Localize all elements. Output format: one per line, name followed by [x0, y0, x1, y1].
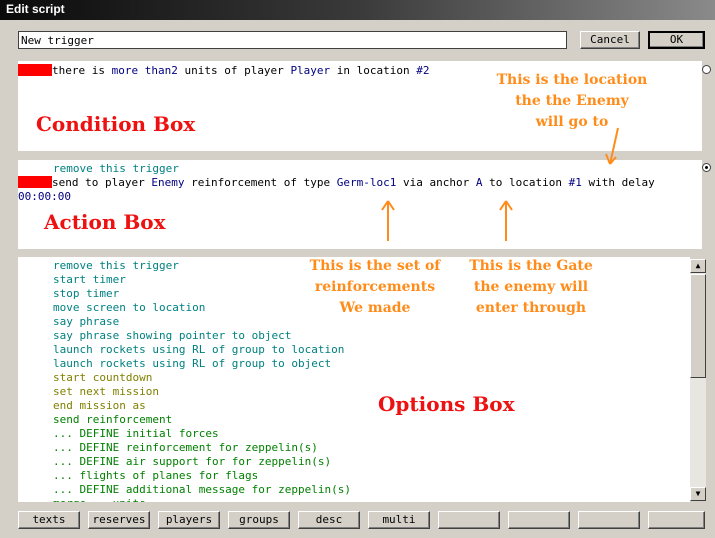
options-scrollbar[interactable]: ▲ ▼ [690, 259, 706, 501]
location-note-line: This is the location [496, 72, 648, 88]
gate-note-line: enter through [475, 300, 587, 316]
action-delay: 00:00:00 [18, 190, 71, 203]
location-note: This is the location the the Enemy will … [488, 70, 656, 133]
condition-token[interactable]: more than [112, 64, 172, 77]
option-item[interactable]: send reinforcement [53, 413, 172, 427]
action-token[interactable]: A [476, 176, 483, 189]
location-note-line: will go to [535, 114, 609, 130]
reinforcement-note-line: reinforcements [314, 279, 436, 295]
reinforcement-note: This is the set of reinforcements We mad… [300, 256, 450, 319]
tab-texts[interactable]: texts [18, 511, 80, 529]
option-item[interactable]: ... DEFINE air support for for zeppelin(… [53, 455, 331, 469]
condition-token[interactable]: 2 [171, 64, 178, 77]
action-token: reinforcement of type [184, 176, 337, 189]
option-item[interactable]: remove this trigger [53, 259, 179, 273]
option-item[interactable]: say phrase [53, 315, 119, 329]
option-item[interactable]: ... DEFINE initial forces [53, 427, 219, 441]
option-item[interactable]: ... DEFINE reinforcement for zeppelin(s) [53, 441, 318, 455]
action-line-send[interactable]: send to player Enemy reinforcement of ty… [18, 176, 655, 190]
option-item[interactable]: set next mission [53, 385, 159, 399]
condition-marker [18, 64, 52, 76]
action-line-remove[interactable]: remove this trigger [53, 162, 179, 176]
tab-groups[interactable]: groups [228, 511, 290, 529]
condition-token: there is [52, 64, 112, 77]
tab-empty[interactable] [438, 511, 500, 529]
ok-button[interactable]: OK [648, 31, 705, 49]
action-marker [18, 176, 52, 188]
condition-token[interactable]: Player [290, 64, 330, 77]
cancel-button[interactable]: Cancel [580, 31, 640, 49]
action-panel[interactable]: remove this trigger send to player Enemy… [18, 160, 702, 249]
option-item[interactable]: stop timer [53, 287, 119, 301]
option-item[interactable]: launch rockets using RL of group to loca… [53, 343, 344, 357]
reinforcement-note-line: We made [339, 300, 411, 316]
gate-note: This is the Gate the enemy will enter th… [458, 256, 604, 319]
option-item[interactable]: ... flights of planes for flags [53, 469, 258, 483]
action-text: send to player Enemy reinforcement of ty… [52, 176, 655, 189]
action-radio[interactable] [702, 163, 711, 172]
options-box-label: Options Box [378, 392, 515, 416]
tab-desc[interactable]: desc [298, 511, 360, 529]
condition-box-label: Condition Box [36, 112, 196, 136]
action-token: send to player [52, 176, 152, 189]
location-note-line: the the Enemy [515, 93, 629, 109]
condition-text: there is more than2 units of player Play… [52, 64, 430, 77]
tab-empty[interactable] [648, 511, 705, 529]
gate-arrow-icon [499, 200, 513, 241]
tab-multi[interactable]: multi [368, 511, 430, 529]
gate-note-line: This is the Gate [469, 258, 593, 274]
action-box-label: Action Box [44, 210, 166, 234]
option-item[interactable]: start countdown [53, 371, 152, 385]
reinforcement-note-line: This is the set of [309, 258, 441, 274]
option-item[interactable]: ... DEFINE additional message for zeppel… [53, 483, 351, 497]
option-item[interactable]: end mission as [53, 399, 146, 413]
action-token: to location [482, 176, 569, 189]
window-title: Edit script [6, 2, 65, 16]
condition-token: in location [330, 64, 417, 77]
action-token: with delay [581, 176, 655, 189]
tab-empty[interactable] [578, 511, 640, 529]
title-bar[interactable]: Edit script [0, 0, 715, 20]
scroll-up-icon[interactable]: ▲ [690, 259, 706, 273]
condition-line[interactable]: there is more than2 units of player Play… [18, 64, 430, 78]
condition-radio[interactable] [702, 65, 711, 74]
option-item[interactable]: start timer [53, 273, 126, 287]
option-item[interactable]: say phrase showing pointer to object [53, 329, 291, 343]
option-item[interactable]: move screen to location [53, 301, 205, 315]
scroll-thumb[interactable] [690, 274, 706, 378]
action-token[interactable]: Enemy [151, 176, 184, 189]
tab-reserves[interactable]: reserves [88, 511, 150, 529]
tab-empty[interactable] [508, 511, 570, 529]
reinforcement-arrow-icon [381, 200, 395, 241]
action-token[interactable]: Germ-loc1 [337, 176, 397, 189]
action-token[interactable]: #1 [569, 176, 582, 189]
condition-token: units of player [177, 64, 291, 77]
action-token: via anchor [396, 176, 476, 189]
option-item[interactable]: merge... units [53, 497, 146, 502]
tab-players[interactable]: players [158, 511, 220, 529]
scroll-down-icon[interactable]: ▼ [690, 487, 706, 501]
location-arrow-icon [605, 127, 619, 165]
gate-note-line: the enemy will [473, 279, 589, 295]
option-item[interactable]: launch rockets using RL of group to obje… [53, 357, 331, 371]
trigger-name-input[interactable] [18, 31, 567, 49]
condition-token[interactable]: #2 [416, 64, 429, 77]
